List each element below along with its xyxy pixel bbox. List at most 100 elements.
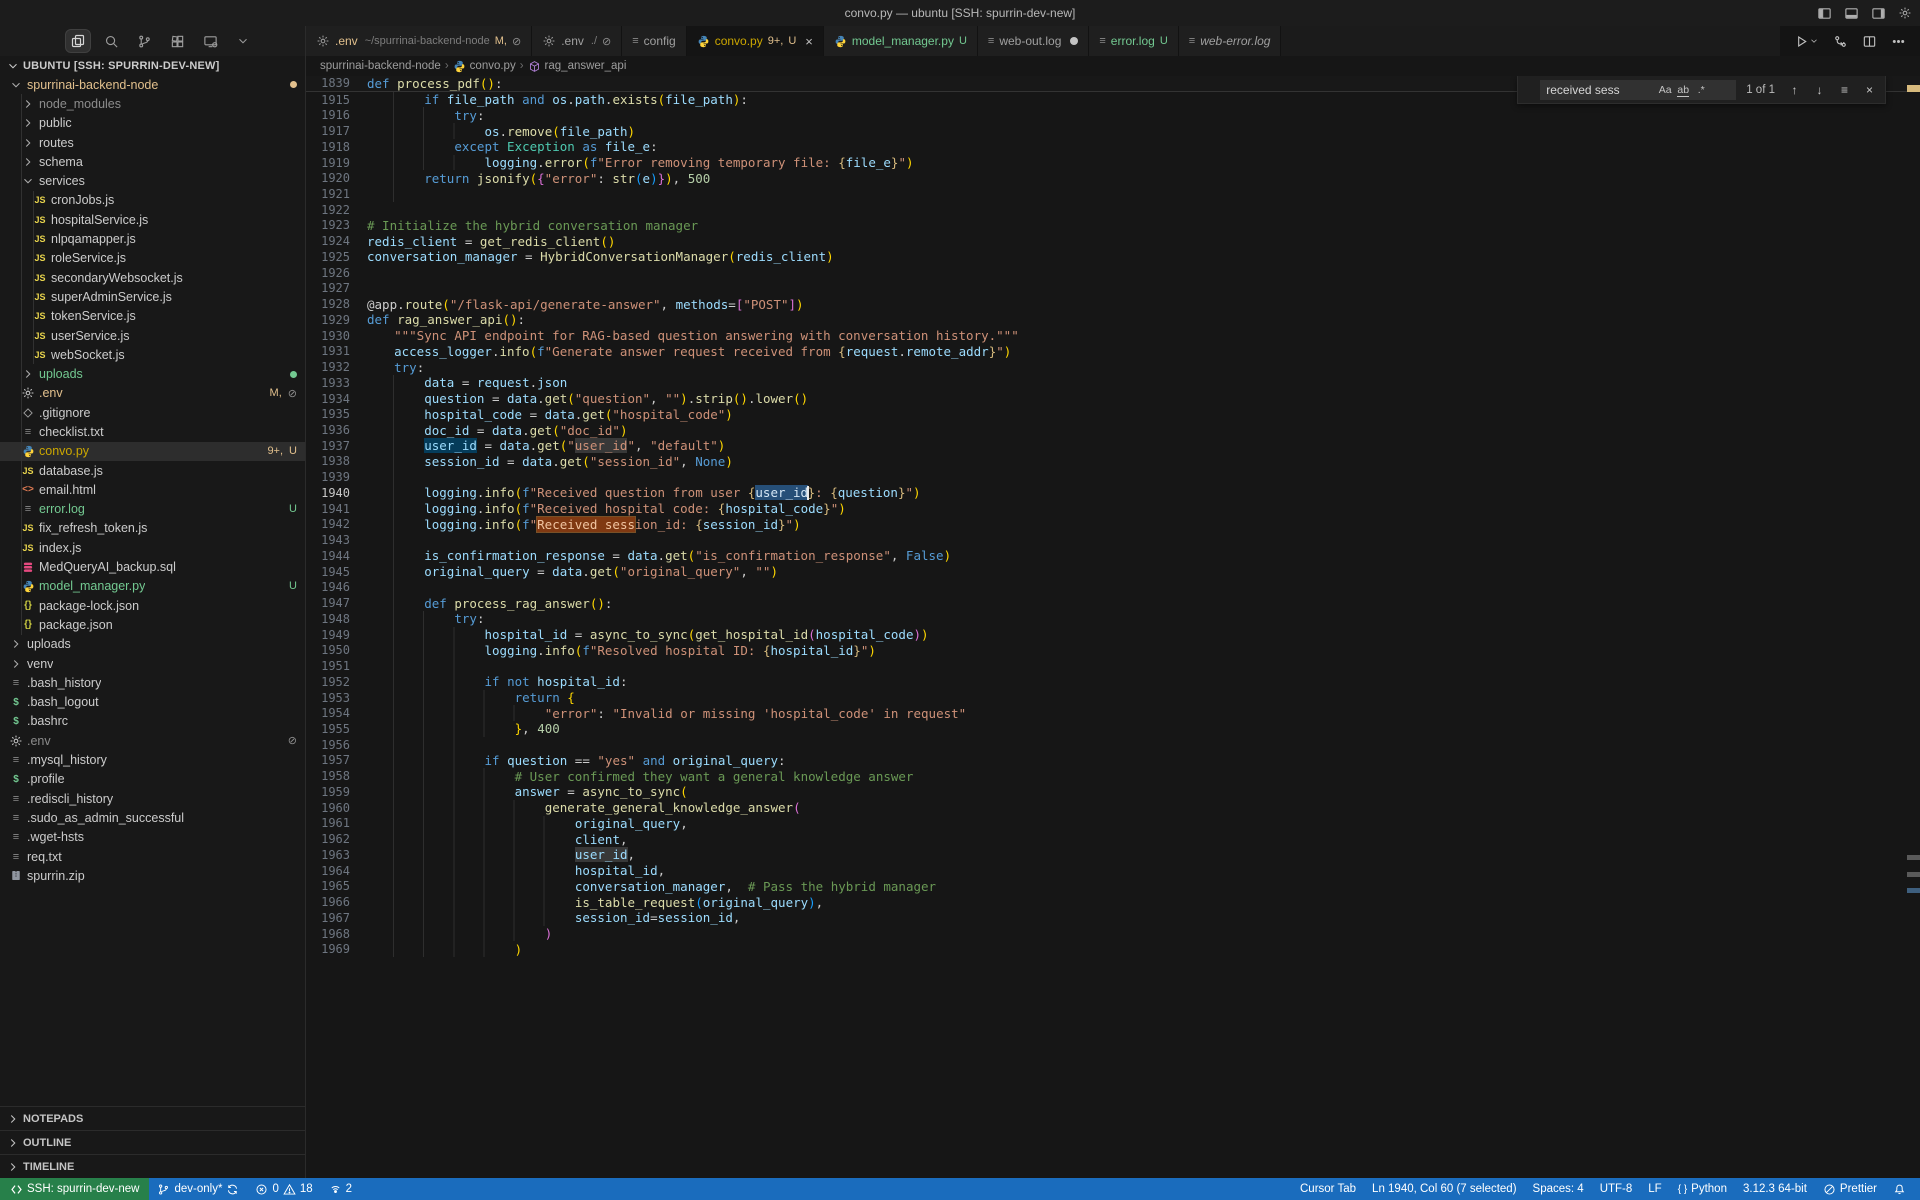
code-line-1919[interactable]: 1919logging.error(f"Error removing tempo… [306, 155, 1920, 171]
tree-item-req.txt[interactable]: ≡req.txt [0, 847, 305, 866]
code-line-1920[interactable]: 1920return jsonify({"error": str(e)}), 5… [306, 170, 1920, 186]
line-number[interactable]: 1917 [306, 124, 350, 138]
status-ports[interactable]: 2 [321, 1178, 360, 1200]
code-line-1966[interactable]: 1966is_table_request(original_query), [306, 894, 1920, 910]
code-line-1927[interactable]: 1927 [306, 281, 1920, 297]
panel-notepads[interactable]: NOTEPADS [0, 1106, 305, 1130]
line-number[interactable]: 1924 [306, 234, 350, 248]
tree-item-package.json[interactable]: {}package.json [0, 615, 305, 634]
line-number[interactable]: 1969 [306, 942, 350, 956]
code-line-1935[interactable]: 1935hospital_code = data.get("hospital_c… [306, 406, 1920, 422]
tree-item-services[interactable]: services [0, 171, 305, 190]
line-number[interactable]: 1943 [306, 533, 350, 547]
code-line-1961[interactable]: 1961original_query, [306, 816, 1920, 832]
code-line-1946[interactable]: 1946 [306, 580, 1920, 596]
code-line-1939[interactable]: 1939 [306, 469, 1920, 485]
line-number[interactable]: 1956 [306, 738, 350, 752]
find-input-box[interactable]: Aa ab .* [1540, 80, 1736, 100]
tree-item-node_modules[interactable]: node_modules [0, 94, 305, 113]
code-line-1942[interactable]: 1942logging.info(f"Received session_id: … [306, 517, 1920, 533]
tree-item-.bash_history[interactable]: ≡.bash_history [0, 673, 305, 692]
line-number[interactable]: 1934 [306, 392, 350, 406]
tree-item-MedQueryAI_backup.sql[interactable]: MedQueryAI_backup.sql [0, 557, 305, 576]
gear-icon[interactable] [1898, 6, 1912, 20]
tree-item-error.log[interactable]: ≡error.logU [0, 500, 305, 519]
tree-item-roleService.js[interactable]: JSroleService.js [0, 249, 305, 268]
line-number[interactable]: 1923 [306, 218, 350, 232]
code-line-1936[interactable]: 1936doc_id = data.get("doc_id") [306, 422, 1920, 438]
tree-item-index.js[interactable]: JSindex.js [0, 538, 305, 557]
more-actions-button[interactable] [1891, 34, 1906, 49]
line-number[interactable]: 1945 [306, 565, 350, 579]
status-encoding[interactable]: UTF-8 [1592, 1178, 1641, 1200]
tree-item-.mysql_history[interactable]: ≡.mysql_history [0, 750, 305, 769]
overview-ruler[interactable] [1907, 76, 1920, 1178]
line-number[interactable]: 1939 [306, 470, 350, 484]
tree-item-checklist.txt[interactable]: ≡checklist.txt [0, 422, 305, 441]
status-indentation[interactable]: Spaces: 4 [1525, 1178, 1592, 1200]
line-number[interactable]: 1953 [306, 691, 350, 705]
regex-toggle[interactable]: .* [1692, 84, 1710, 96]
code-line-1964[interactable]: 1964hospital_id, [306, 863, 1920, 879]
line-number[interactable]: 1839 [306, 76, 350, 90]
line-number[interactable]: 1948 [306, 612, 350, 626]
tree-item-nlpqamapper.js[interactable]: JSnlpqamapper.js [0, 229, 305, 248]
tree-item-spurrin.zip[interactable]: spurrin.zip [0, 866, 305, 885]
line-number[interactable]: 1947 [306, 596, 350, 610]
code-line-1963[interactable]: 1963user_id, [306, 847, 1920, 863]
dirty-indicator[interactable] [1070, 37, 1078, 45]
code-line-1958[interactable]: 1958# User confirmed they want a general… [306, 768, 1920, 784]
tree-item-package-lock.json[interactable]: {}package-lock.json [0, 596, 305, 615]
code-line-1934[interactable]: 1934question = data.get("question", "").… [306, 391, 1920, 407]
code-line-1921[interactable]: 1921 [306, 186, 1920, 202]
tab-web-out.log[interactable]: ≡web-out.log [978, 26, 1089, 56]
code-line-1923[interactable]: 1923# Initialize the hybrid conversation… [306, 218, 1920, 234]
tree-item-venv[interactable]: venv [0, 654, 305, 673]
code-line-1928[interactable]: 1928@app.route("/flask-api/generate-answ… [306, 296, 1920, 312]
tree-item-fix_refresh_token.js[interactable]: JSfix_refresh_token.js [0, 519, 305, 538]
whole-word-toggle[interactable]: ab [1674, 84, 1692, 96]
tree-item-routes[interactable]: routes [0, 133, 305, 152]
code-lines[interactable]: 1915if file_path and os.path.exists(file… [306, 92, 1920, 957]
tab-.env[interactable]: .env~/spurrinai-backend-nodeM,⊘ [306, 26, 532, 56]
code-line-1924[interactable]: 1924redis_client = get_redis_client() [306, 233, 1920, 249]
code-line-1937[interactable]: 1937user_id = data.get("user_id", "defau… [306, 438, 1920, 454]
line-number[interactable]: 1951 [306, 659, 350, 673]
line-number[interactable]: 1950 [306, 643, 350, 657]
line-number[interactable]: 1927 [306, 281, 350, 295]
tree-item-model_manager.py[interactable]: model_manager.pyU [0, 577, 305, 596]
tree-item-superAdminService.js[interactable]: JSsuperAdminService.js [0, 287, 305, 306]
line-number[interactable]: 1949 [306, 628, 350, 642]
code-line-1955[interactable]: 1955}, 400 [306, 721, 1920, 737]
code-line-1944[interactable]: 1944is_confirmation_response = data.get(… [306, 548, 1920, 564]
breadcrumb-spurrinai-backend-node[interactable]: spurrinai-backend-node [320, 60, 441, 72]
tree-item-schema[interactable]: schema [0, 152, 305, 171]
activity-remote-explorer[interactable] [198, 30, 222, 52]
tree-item-cronJobs.js[interactable]: JScronJobs.js [0, 191, 305, 210]
line-number[interactable]: 1961 [306, 816, 350, 830]
tree-item-tokenService.js[interactable]: JStokenService.js [0, 307, 305, 326]
line-number[interactable]: 1938 [306, 454, 350, 468]
code-line-1957[interactable]: 1957if question == "yes" and original_qu… [306, 753, 1920, 769]
source-control-graph-button[interactable] [1833, 34, 1848, 49]
tree-item-uploads[interactable]: uploads [0, 364, 305, 383]
code-line-1959[interactable]: 1959answer = async_to_sync( [306, 784, 1920, 800]
code-line-1962[interactable]: 1962client, [306, 831, 1920, 847]
line-number[interactable]: 1916 [306, 108, 350, 122]
tree-item-spurrinai-backend-node[interactable]: spurrinai-backend-node [0, 75, 305, 94]
line-number[interactable]: 1966 [306, 895, 350, 909]
tab-error.log[interactable]: ≡error.logU [1089, 26, 1178, 56]
line-number[interactable]: 1955 [306, 722, 350, 736]
code-line-1930[interactable]: 1930"""Sync API endpoint for RAG-based q… [306, 328, 1920, 344]
code-line-1932[interactable]: 1932try: [306, 359, 1920, 375]
line-number[interactable]: 1963 [306, 848, 350, 862]
line-number[interactable]: 1965 [306, 879, 350, 893]
tab-close-icon[interactable]: × [805, 34, 813, 49]
line-number[interactable]: 1959 [306, 785, 350, 799]
panel-timeline[interactable]: TIMELINE [0, 1154, 305, 1178]
line-number[interactable]: 1960 [306, 801, 350, 815]
code-line-1965[interactable]: 1965conversation_manager, # Pass the hyb… [306, 878, 1920, 894]
line-number[interactable]: 1941 [306, 502, 350, 516]
status-problems[interactable]: 018 [247, 1178, 320, 1200]
code-line-1940[interactable]: 1940logging.info(f"Received question fro… [306, 485, 1920, 501]
